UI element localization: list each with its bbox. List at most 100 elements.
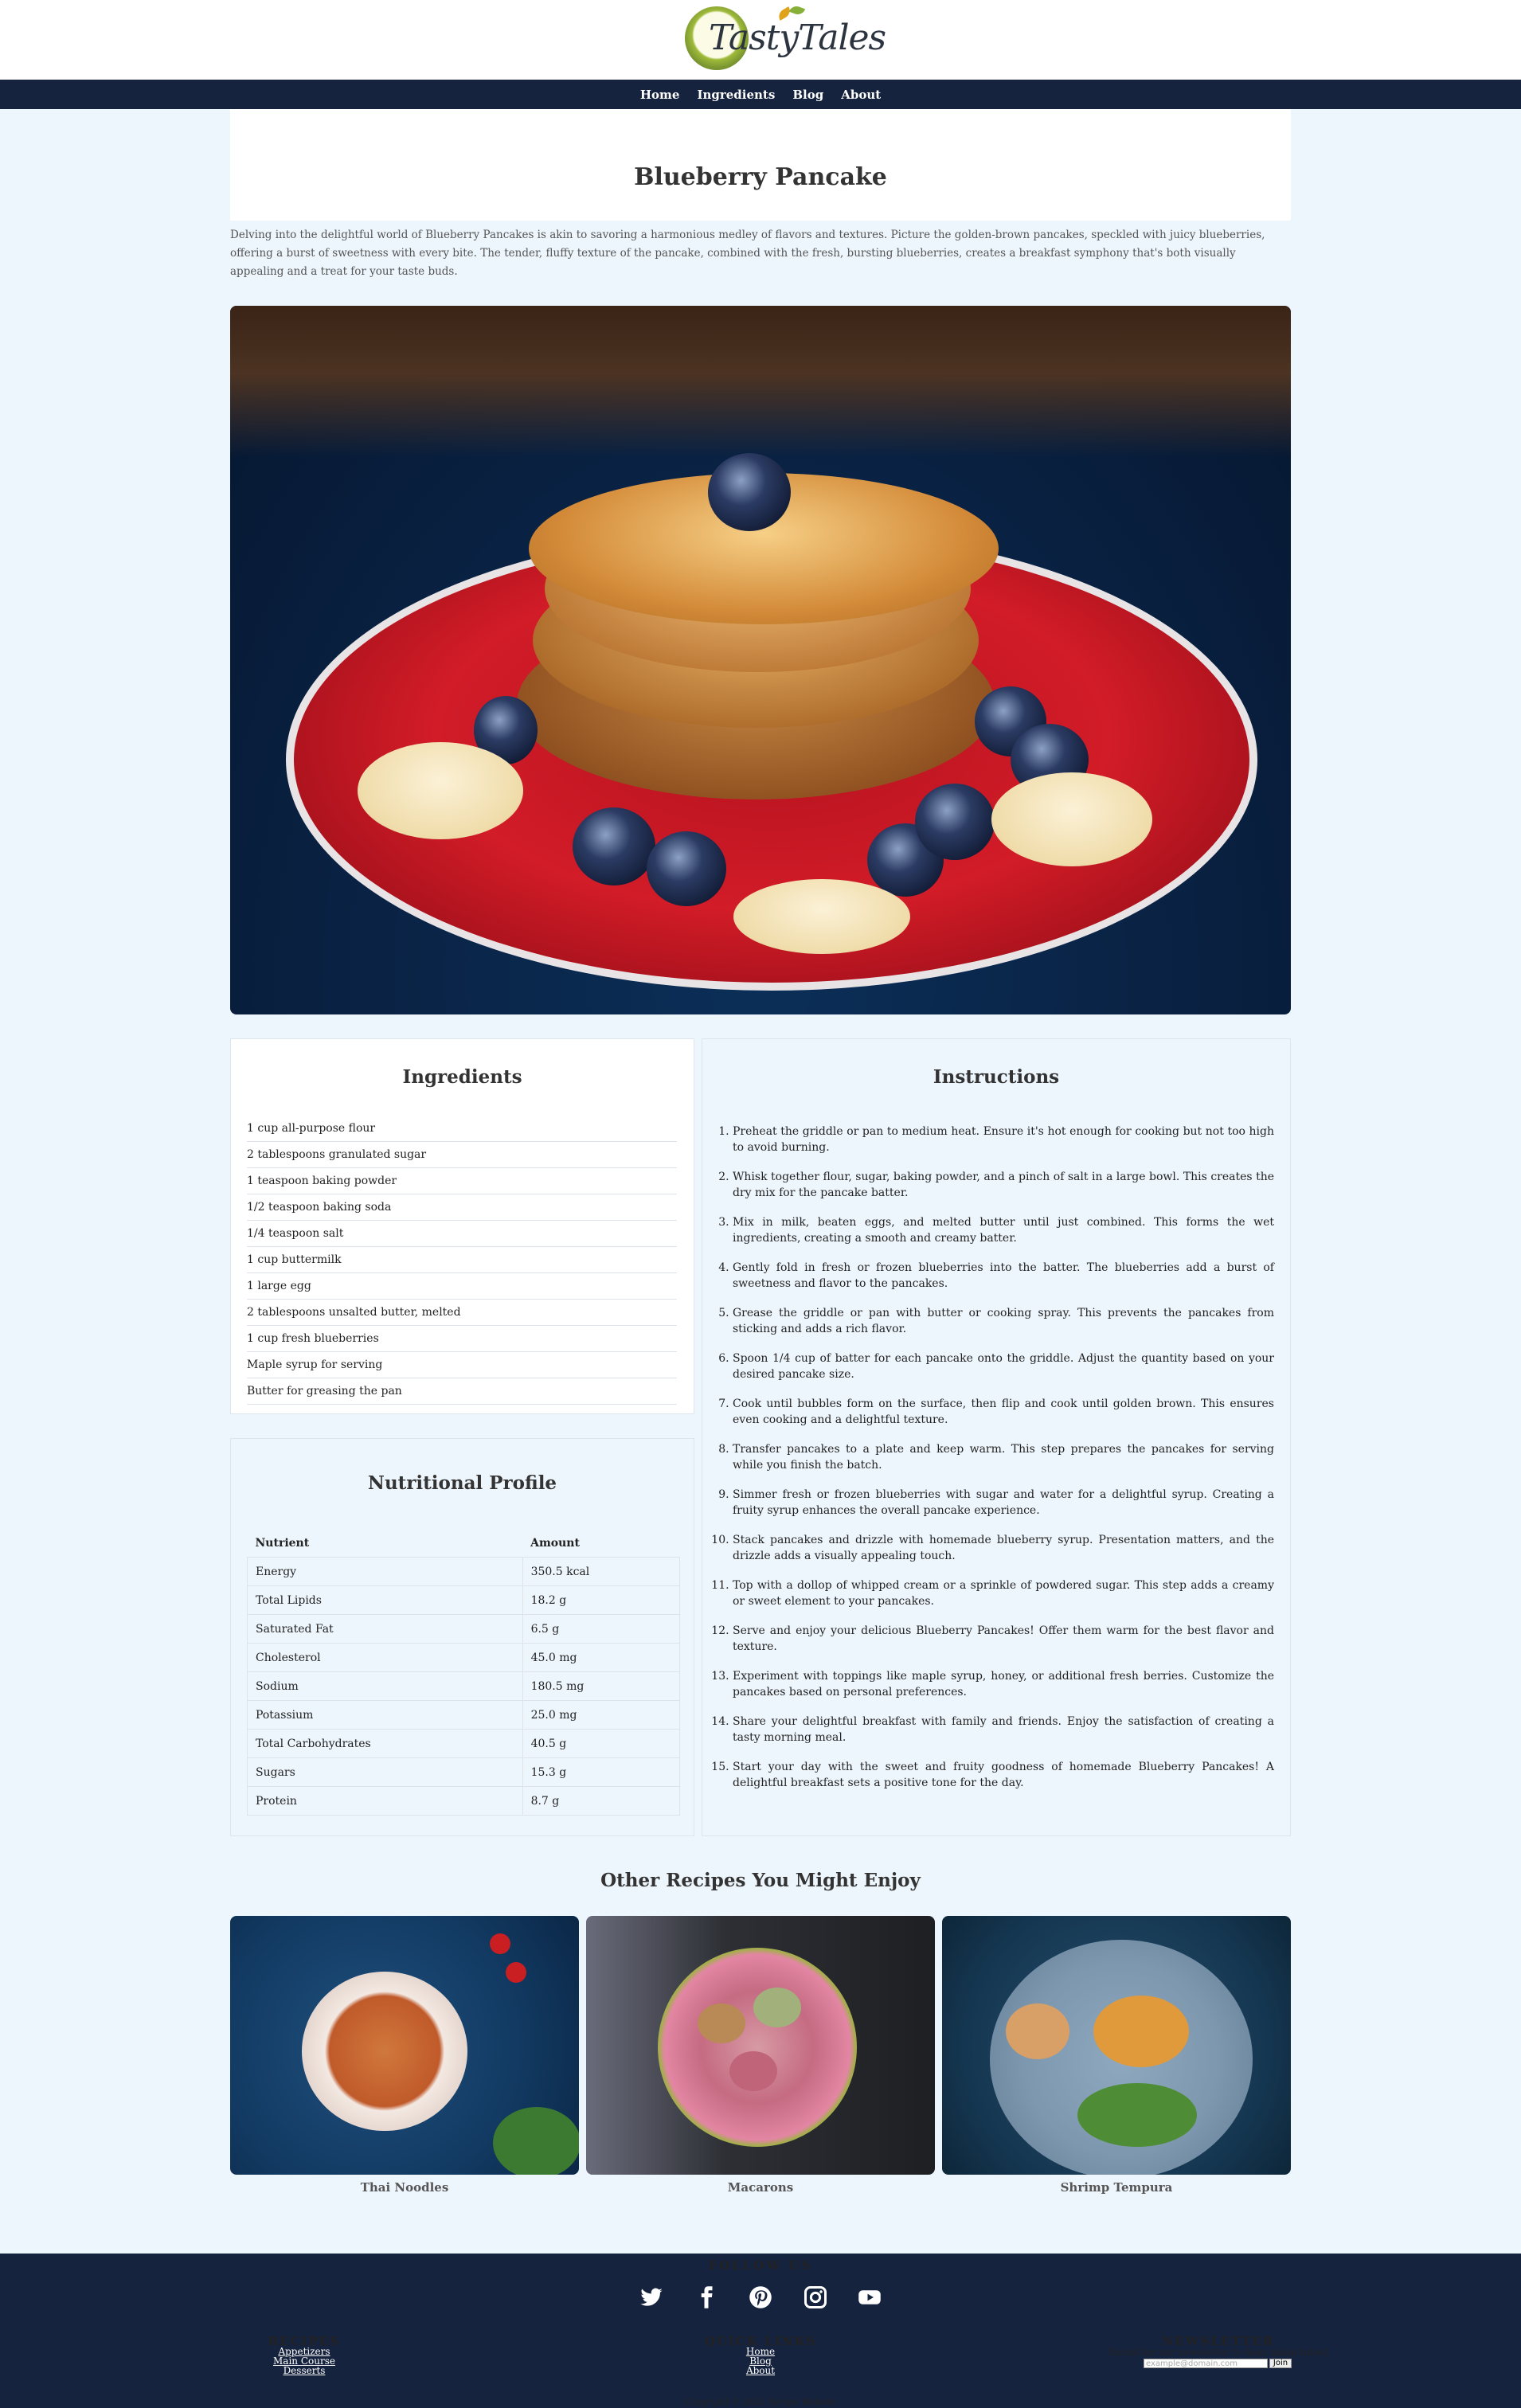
nutrient-name: Sodium <box>247 1671 523 1701</box>
recipe-card-label[interactable]: Macarons <box>586 2180 935 2195</box>
instruction-step: Experiment with toppings like maple syru… <box>733 1668 1274 1700</box>
macaron-bowl <box>658 1948 857 2147</box>
nutrient-amount: 15.3 g <box>522 1757 681 1787</box>
ingredient-item: 1 cup all-purpose flour <box>247 1116 677 1142</box>
facebook-icon[interactable] <box>694 2285 718 2309</box>
table-row: Sodium 180.5 mg <box>247 1671 681 1701</box>
recipe-card-label[interactable]: Thai Noodles <box>230 2180 579 2195</box>
footer-link-desserts[interactable]: Desserts <box>229 2366 379 2375</box>
nutrition-card: Nutritional Profile Nutrient Amount Ener… <box>230 1438 694 1836</box>
ingredients-card: Ingredients 1 cup all-purpose flour 2 ta… <box>230 1038 694 1414</box>
recipe-card-thai-noodles[interactable] <box>230 1916 579 2175</box>
instagram-icon[interactable] <box>804 2285 827 2309</box>
nutrient-amount: 45.0 mg <box>522 1643 681 1672</box>
nutrient-name: Cholesterol <box>247 1643 523 1672</box>
instruction-step: Cook until bubbles form on the surface, … <box>733 1396 1274 1428</box>
tomato <box>490 1933 510 1954</box>
hero-background <box>230 306 1291 457</box>
ingredient-item: 1 teaspoon baking powder <box>247 1168 677 1194</box>
footer-quick-links: Home Blog About <box>686 2347 835 2375</box>
blueberry <box>915 784 995 860</box>
instruction-step: Transfer pancakes to a plate and keep wa… <box>733 1441 1274 1473</box>
column-header: Nutrient <box>255 1537 310 1550</box>
copyright: Copyright © 2023 Recipe Website <box>684 2397 837 2407</box>
newsletter-email-input[interactable]: example@domain.com <box>1144 2359 1268 2368</box>
recipe-card-macarons[interactable] <box>586 1916 935 2175</box>
social-links <box>639 2285 882 2309</box>
nav-ingredients[interactable]: Ingredients <box>697 88 775 102</box>
table-row: Cholesterol 45.0 mg <box>247 1643 681 1672</box>
twitter-icon[interactable] <box>639 2285 663 2309</box>
banana-slice <box>358 742 523 839</box>
nav-blog[interactable]: Blog <box>792 88 823 102</box>
instruction-step: Simmer fresh or frozen blueberries with … <box>733 1487 1274 1519</box>
ingredient-item: Butter for greasing the pan <box>247 1378 677 1405</box>
newsletter-form: example@domain.com Join <box>1144 2359 1292 2368</box>
nutrient-name: Potassium <box>247 1700 523 1730</box>
blueberry <box>573 807 655 885</box>
site-logo[interactable]: TastyTales <box>683 3 886 76</box>
herbs <box>493 2107 579 2175</box>
other-recipes-title: Other Recipes You Might Enjoy <box>600 1870 921 1891</box>
nutrient-amount: 25.0 mg <box>522 1700 681 1730</box>
instruction-step: Serve and enjoy your delicious Blueberry… <box>733 1623 1274 1655</box>
recipe-title: Blueberry Pancake <box>634 163 887 191</box>
footer-link-about[interactable]: About <box>686 2366 835 2375</box>
footer-recipes-links: Appetizers Main Course Desserts <box>229 2347 379 2375</box>
nutrient-amount: 350.5 kcal <box>522 1557 681 1586</box>
newsletter-join-button[interactable]: Join <box>1269 2359 1292 2368</box>
ingredient-item: Maple syrup for serving <box>247 1352 677 1378</box>
youtube-icon[interactable] <box>858 2285 882 2309</box>
nav-about[interactable]: About <box>841 88 881 102</box>
nutrient-amount: 8.7 g <box>522 1786 681 1816</box>
logo-text: TastyTales <box>709 18 886 58</box>
instruction-step: Spoon 1/4 cup of batter for each pancake… <box>733 1351 1274 1382</box>
nav-home[interactable]: Home <box>640 88 680 102</box>
nutrient-name: Saturated Fat <box>247 1614 523 1644</box>
toast <box>1006 2003 1069 2059</box>
follow-us-title: FOLLOW US <box>708 2258 813 2273</box>
blueberry <box>647 831 726 906</box>
ingredient-item: 1/2 teaspoon baking soda <box>247 1194 677 1221</box>
macaron <box>753 1988 801 2027</box>
pinterest-icon[interactable] <box>749 2285 772 2309</box>
instruction-step: Top with a dollop of whipped cream or a … <box>733 1577 1274 1609</box>
ingredient-item: 1 large egg <box>247 1273 677 1300</box>
site-header: TastyTales <box>0 0 1521 80</box>
site-footer <box>0 2254 1521 2408</box>
ingredient-item: 2 tablespoons granulated sugar <box>247 1142 677 1168</box>
nutrient-name: Sugars <box>247 1757 523 1787</box>
instructions-list: Preheat the griddle or pan to medium hea… <box>733 1124 1274 1804</box>
recipe-card-shrimp-tempura[interactable] <box>942 1916 1291 2175</box>
instruction-step: Mix in milk, beaten eggs, and melted but… <box>733 1214 1274 1246</box>
ingredient-item: 1 cup buttermilk <box>247 1247 677 1273</box>
main-nav: Home Ingredients Blog About <box>0 80 1521 109</box>
nutrient-amount: 180.5 mg <box>522 1671 681 1701</box>
macaron <box>729 2051 777 2091</box>
tomato <box>506 1962 526 1983</box>
banana-slice <box>733 879 910 954</box>
instruction-step: Whisk together flour, sugar, baking powd… <box>733 1169 1274 1201</box>
nutrient-name: Total Lipids <box>247 1585 523 1615</box>
instruction-step: Preheat the griddle or pan to medium hea… <box>733 1124 1274 1155</box>
table-row: Saturated Fat 6.5 g <box>247 1614 681 1644</box>
banana-slice <box>991 772 1152 866</box>
nutrition-title: Nutritional Profile <box>367 1472 557 1494</box>
blueberry <box>708 453 791 531</box>
ingredient-item: 1 cup fresh blueberries <box>247 1326 677 1352</box>
instruction-step: Share your delightful breakfast with fam… <box>733 1714 1274 1745</box>
table-row: Total Lipids 18.2 g <box>247 1585 681 1615</box>
table-row: Energy 350.5 kcal <box>247 1557 681 1586</box>
ingredients-title: Ingredients <box>402 1066 522 1088</box>
instruction-step: Gently fold in fresh or frozen blueberri… <box>733 1260 1274 1292</box>
table-row: Protein 8.7 g <box>247 1786 681 1816</box>
macaron <box>698 2003 745 2043</box>
tempura <box>1093 1996 1189 2067</box>
recipe-card-label[interactable]: Shrimp Tempura <box>942 2180 1291 2195</box>
instructions-card: Instructions Preheat the griddle or pan … <box>702 1038 1291 1836</box>
table-row: Potassium 25.0 mg <box>247 1700 681 1730</box>
ingredients-list: 1 cup all-purpose flour 2 tablespoons gr… <box>247 1116 677 1405</box>
instruction-step: Start your day with the sweet and fruity… <box>733 1759 1274 1791</box>
nutrient-name: Total Carbohydrates <box>247 1729 523 1758</box>
table-row: Total Carbohydrates 40.5 g <box>247 1729 681 1758</box>
